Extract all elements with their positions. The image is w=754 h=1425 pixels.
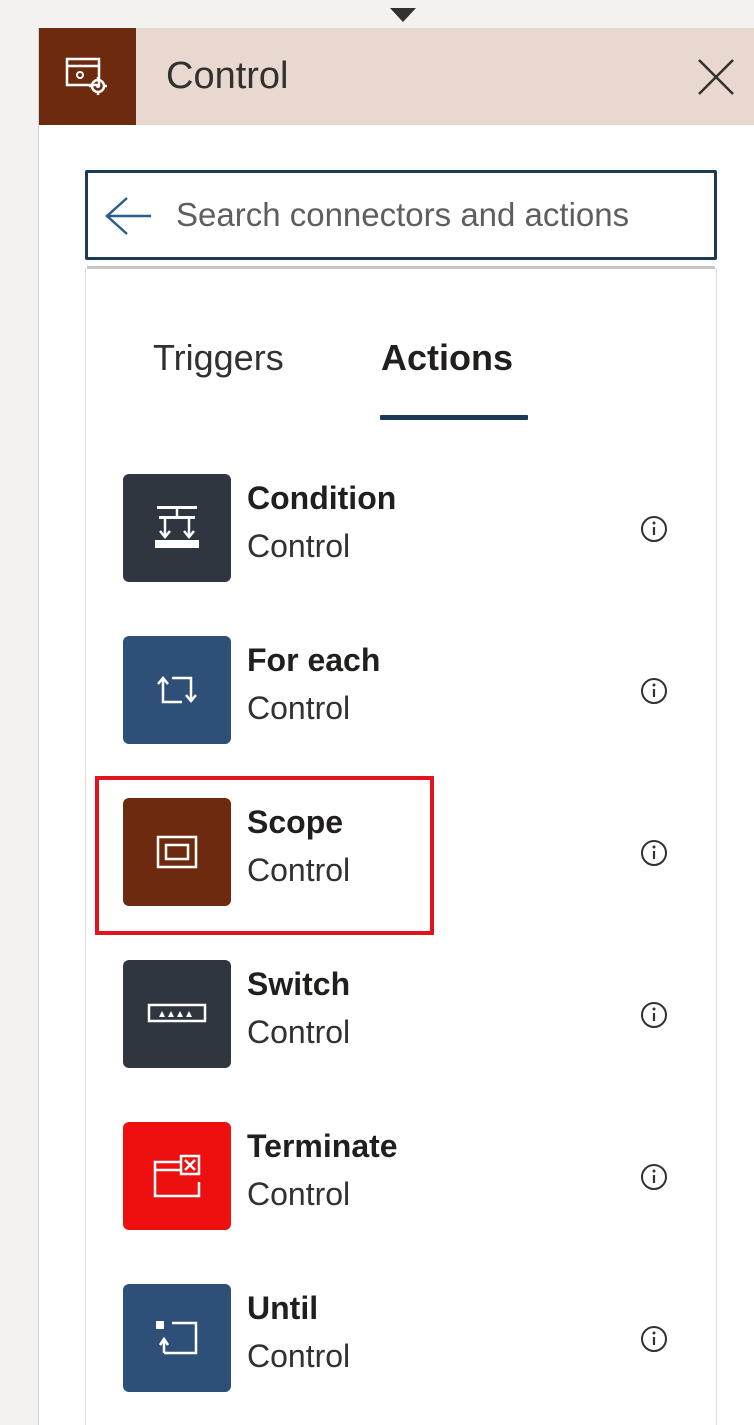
- action-subtitle: Control: [247, 528, 351, 564]
- action-title: For each: [247, 642, 381, 678]
- info-icon: [641, 840, 667, 866]
- info-icon: [641, 1164, 667, 1190]
- terminate-icon: [123, 1122, 231, 1230]
- action-title: Terminate: [247, 1128, 398, 1164]
- info-button[interactable]: [639, 676, 669, 706]
- action-item-switch[interactable]: Switch Control: [123, 960, 701, 1070]
- condition-icon: [123, 474, 231, 582]
- action-title: Until: [247, 1290, 319, 1326]
- action-item-condition[interactable]: Condition Control: [123, 474, 701, 584]
- action-item-for-each[interactable]: For each Control: [123, 636, 701, 746]
- info-icon: [641, 1326, 667, 1352]
- info-button[interactable]: [639, 1000, 669, 1030]
- control-gear-icon: [39, 28, 136, 125]
- action-subtitle: Control: [247, 1338, 351, 1374]
- caret-down-icon: [390, 8, 416, 22]
- info-button[interactable]: [639, 514, 669, 544]
- tab-actions[interactable]: Actions: [381, 328, 513, 388]
- search-box: [85, 170, 717, 260]
- info-button[interactable]: [639, 1324, 669, 1354]
- close-icon: [698, 58, 734, 95]
- panel-title: Control: [166, 55, 289, 97]
- action-subtitle: Control: [247, 1176, 351, 1212]
- action-item-terminate[interactable]: Terminate Control: [123, 1122, 701, 1232]
- until-icon: [123, 1284, 231, 1392]
- scope-highlight-box: [95, 776, 434, 935]
- panel-border-left: [85, 268, 86, 1425]
- info-icon: [641, 516, 667, 542]
- info-icon: [641, 678, 667, 704]
- action-title: Switch: [247, 966, 351, 1002]
- action-title: Condition: [247, 480, 397, 516]
- back-arrow-icon: [105, 197, 151, 235]
- close-button[interactable]: [677, 28, 754, 125]
- action-item-until[interactable]: Until Control: [123, 1284, 701, 1394]
- info-button[interactable]: [639, 838, 669, 868]
- control-panel: Control Triggers Actions: [38, 28, 754, 1425]
- back-arrow-button[interactable]: [104, 191, 154, 241]
- action-subtitle: Control: [247, 1014, 351, 1050]
- search-input[interactable]: [176, 185, 696, 245]
- tab-selected-indicator: [380, 415, 528, 420]
- info-icon: [641, 1002, 667, 1028]
- info-button[interactable]: [639, 1162, 669, 1192]
- tab-triggers[interactable]: Triggers: [153, 328, 284, 388]
- switch-icon: [123, 960, 231, 1068]
- panel-border-right: [716, 268, 717, 1425]
- panel-header: Control: [39, 28, 754, 125]
- search-divider: [87, 266, 715, 269]
- loop-icon: [123, 636, 231, 744]
- action-subtitle: Control: [247, 690, 351, 726]
